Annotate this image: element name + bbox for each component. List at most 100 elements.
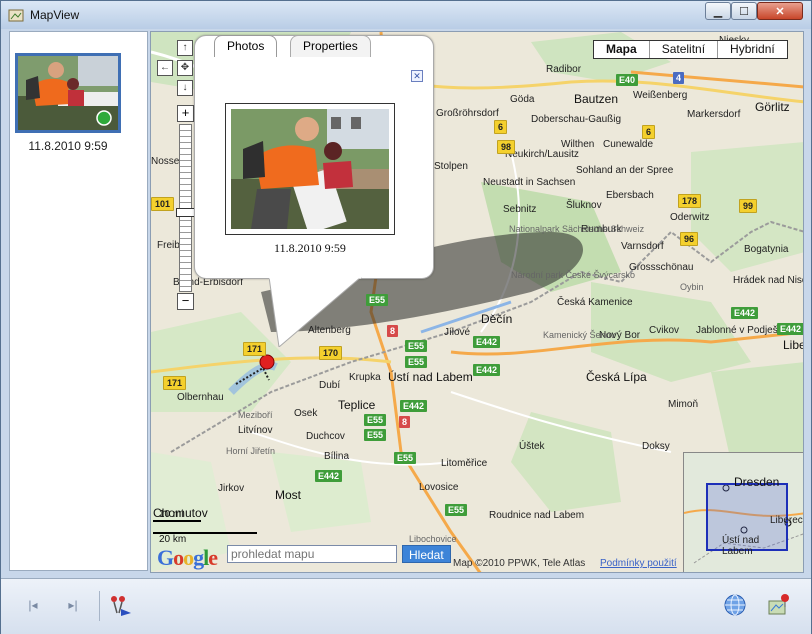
tab-photos[interactable]: Photos xyxy=(214,35,278,57)
map-place-label: Most xyxy=(275,488,302,502)
pan-left-button[interactable]: ← xyxy=(157,60,173,76)
map-type-selector[interactable]: Mapa Satelitní Hybridní xyxy=(593,40,788,59)
map-place-label: Cvikov xyxy=(649,325,680,336)
road-shield: E442 xyxy=(777,323,803,335)
info-window-tail xyxy=(269,277,362,347)
photo-list[interactable]: 11.8.2010 9:59 xyxy=(9,31,148,571)
map-place-label: Neustadt in Sachsen xyxy=(483,177,576,188)
google-logo: Google xyxy=(157,545,218,570)
map-place-label: Litoměřice xyxy=(441,458,488,469)
map-pin-icon[interactable] xyxy=(767,593,791,617)
map-place-label: Ústí nad Labem xyxy=(388,370,473,384)
map-place-label: Bogatynia xyxy=(744,244,789,255)
map-place-label: Osek xyxy=(294,408,318,419)
photo-image xyxy=(18,56,118,130)
road-shield: 98 xyxy=(497,140,516,154)
popup-photo[interactable] xyxy=(225,103,395,235)
map-search-input[interactable] xyxy=(227,545,397,563)
zoom-out-button[interactable]: − xyxy=(177,293,194,310)
road-shield: 99 xyxy=(739,199,758,213)
photo-thumbnail[interactable] xyxy=(15,53,121,133)
road-shield: 178 xyxy=(678,194,702,208)
map-place-label: Stolpen xyxy=(434,161,468,172)
map-place-label: Doberschau-Gaußig xyxy=(531,114,622,125)
popup-photo-image xyxy=(231,109,389,229)
app-icon xyxy=(8,9,24,22)
map-place-label: Göda xyxy=(510,94,535,105)
map-type-mapa[interactable]: Mapa xyxy=(594,41,649,58)
map-place-label: Doksy xyxy=(642,441,670,452)
road-shield: 101 xyxy=(151,197,175,211)
map-place-label: Roudnice nad Labem xyxy=(489,510,585,521)
road-shield: 170 xyxy=(319,346,343,360)
maximize-button[interactable]: ☐ xyxy=(731,2,757,20)
map-copyright: Map ©2010 PPWK, Tele Atlas xyxy=(453,558,586,569)
globe-icon[interactable] xyxy=(723,593,747,617)
map-place-label: Národní park České Švýcarsko xyxy=(511,270,636,280)
map-place-label: Weißenberg xyxy=(633,90,688,101)
map-place-label: Nationalpark Sächsische Schweiz xyxy=(509,224,645,234)
map-place-label: Mimoň xyxy=(668,399,699,410)
app-window: MapView ▁ ☐ ✕ 11.8.2010 9:59 Radibor Bau… xyxy=(0,0,812,634)
first-photo-icon[interactable]: |◂ xyxy=(21,593,45,617)
map-scale: 10 mi 20 km xyxy=(153,509,257,545)
overview-label-liberec: Liberec xyxy=(770,515,803,526)
road-shield: E55 xyxy=(364,414,387,426)
road-shield: 171 xyxy=(163,376,187,390)
road-shield: 6 xyxy=(642,125,656,139)
map-type-satelitni[interactable]: Satelitní xyxy=(648,41,717,58)
road-shield: E442 xyxy=(315,470,343,482)
road-shield: 8 xyxy=(387,325,399,337)
terms-link[interactable]: Podmínky použití xyxy=(600,558,677,569)
map-place-label: Jirkov xyxy=(218,483,245,494)
window-title: MapView xyxy=(30,8,80,22)
title-bar[interactable]: MapView ▁ ☐ ✕ xyxy=(1,1,811,29)
waypoints-icon[interactable] xyxy=(109,593,133,617)
minimize-button[interactable]: ▁ xyxy=(705,2,731,20)
scale-miles: 10 mi xyxy=(153,509,201,522)
close-icon[interactable]: ✕ xyxy=(411,70,423,82)
road-shield: E442 xyxy=(473,336,501,348)
map-place-label: Šluknov xyxy=(566,200,602,211)
map-place-label: Dubí xyxy=(319,380,341,391)
next-photo-icon[interactable]: ▸| xyxy=(61,593,85,617)
road-shield: E55 xyxy=(366,294,389,306)
road-shield: E442 xyxy=(473,364,501,376)
map-place-label: Görlitz xyxy=(755,100,790,114)
map-place-label: Markersdorf xyxy=(687,109,741,120)
zoom-slider-handle[interactable] xyxy=(176,208,195,217)
pan-up-button[interactable]: ↑ xyxy=(177,40,193,56)
map-place-label: Krupka xyxy=(349,372,381,383)
map-type-hybridni[interactable]: Hybridní xyxy=(717,41,787,58)
pan-down-button[interactable]: ↓ xyxy=(177,80,193,96)
close-button[interactable]: ✕ xyxy=(757,2,803,20)
map-place-label: Česká Kamenice xyxy=(557,297,633,308)
tab-properties[interactable]: Properties xyxy=(290,35,371,57)
road-shield: E40 xyxy=(616,74,639,86)
map-place-label: Jílové xyxy=(444,327,471,338)
map-place-label: Duchcov xyxy=(306,431,345,442)
overview-label-dresden: Dresden xyxy=(734,475,780,489)
pan-center-button[interactable]: ✥ xyxy=(177,60,193,76)
map-place-label: Oybin xyxy=(680,282,704,292)
road-shield: E442 xyxy=(400,400,428,412)
road-shield: 8 xyxy=(399,416,411,428)
map-place-label: Horní Jiřetín xyxy=(226,446,276,456)
map-place-label: Neukirch/Lausitz xyxy=(505,149,579,160)
map-place-label: Grossschönau xyxy=(629,262,694,273)
map-place-label: Sebnitz xyxy=(503,204,537,215)
bottom-toolbar: |◂ ▸| xyxy=(1,578,811,634)
popup-photo-caption: 11.8.2010 9:59 xyxy=(274,241,346,255)
search-button[interactable]: Hledat xyxy=(402,545,451,563)
map-place-label: Olbernhau xyxy=(177,392,224,403)
road-shield: E55 xyxy=(445,504,468,516)
map-place-label: Kamenický Šenov xyxy=(543,330,616,340)
map-place-label: Sohland an der Spree xyxy=(576,165,674,176)
map-place-label: Bílina xyxy=(324,451,350,462)
zoom-in-button[interactable]: + xyxy=(177,105,194,122)
road-shield: 4 xyxy=(673,72,685,84)
map-place-label: Liberec xyxy=(783,338,803,352)
map-place-label: Litvínov xyxy=(238,425,273,436)
overview-map[interactable]: Dresden Ústí nad Labem Liberec xyxy=(683,452,803,572)
road-shield: 96 xyxy=(680,232,699,246)
